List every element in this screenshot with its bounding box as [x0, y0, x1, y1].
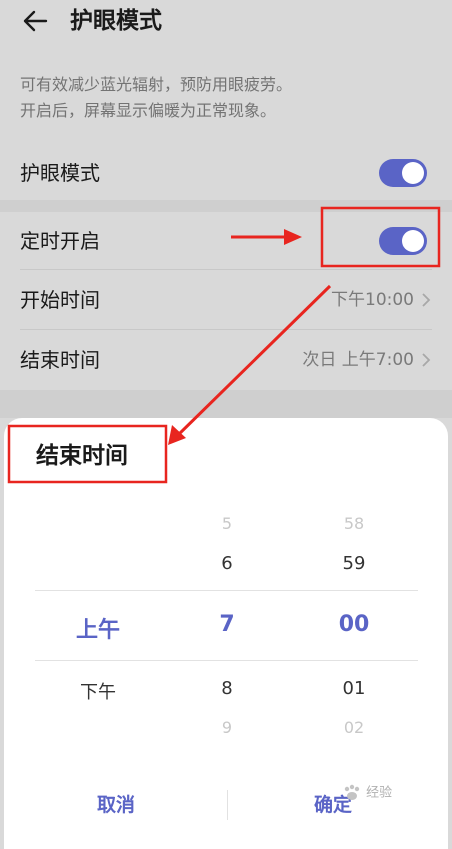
minute-option-below[interactable]: 01 — [318, 678, 390, 699]
description: 可有效减少蓝光辐射，预防用眼疲劳。 开启后，屏幕显示偏暖为正常现象。 — [20, 72, 292, 124]
page-title: 护眼模式 — [70, 8, 162, 34]
header: 护眼模式 — [0, 0, 452, 46]
end-time-row[interactable]: 结束时间 次日 上午7:00 — [0, 331, 452, 389]
chevron-right-icon — [422, 353, 431, 367]
footer-divider — [227, 790, 228, 820]
eye-care-toggle[interactable] — [379, 159, 427, 187]
description-line-2: 开启后，屏幕显示偏暖为正常现象。 — [20, 101, 277, 120]
start-time-label: 开始时间 — [20, 288, 100, 312]
toggle-knob — [402, 230, 424, 252]
minute-option-far-above[interactable]: 58 — [318, 514, 390, 533]
description-line-1: 可有效减少蓝光辐射，预防用眼疲劳。 — [20, 75, 293, 94]
hour-option-above[interactable]: 6 — [192, 553, 262, 574]
toggle-knob — [402, 162, 424, 184]
paw-icon — [344, 784, 360, 800]
ampm-selected[interactable]: 上午 — [58, 612, 138, 644]
eye-care-settings-page: 护眼模式 可有效减少蓝光辐射，预防用眼疲劳。 开启后，屏幕显示偏暖为正常现象。 … — [0, 0, 452, 849]
start-time-row[interactable]: 开始时间 下午10:00 — [0, 271, 452, 329]
watermark-text: 经验 — [366, 785, 393, 801]
start-time-value: 下午10:00 — [331, 290, 414, 310]
back-arrow-icon[interactable] — [20, 6, 50, 36]
end-time-label: 结束时间 — [20, 348, 100, 372]
hour-selected[interactable]: 7 — [192, 612, 262, 637]
minute-option-far-below[interactable]: 02 — [318, 718, 390, 737]
hour-option-far-above[interactable]: 5 — [192, 514, 262, 533]
minute-selected[interactable]: 00 — [318, 612, 390, 637]
scheduled-toggle[interactable] — [379, 227, 427, 255]
hour-option-below[interactable]: 8 — [192, 678, 262, 699]
section-gap — [0, 200, 452, 212]
end-time-value: 次日 上午7:00 — [302, 350, 414, 370]
picker-selection-bottom-line — [35, 660, 418, 661]
eye-care-row[interactable]: 护眼模式 — [0, 144, 452, 202]
scheduled-label: 定时开启 — [20, 229, 100, 253]
section-gap — [0, 390, 452, 418]
eye-care-label: 护眼模式 — [20, 161, 100, 185]
divider — [20, 329, 432, 330]
divider — [20, 269, 432, 270]
ampm-option-below[interactable]: 下午 — [58, 678, 138, 704]
chevron-right-icon — [422, 293, 431, 307]
picker-selection-top-line — [35, 590, 418, 591]
cancel-button[interactable]: 取消 — [97, 790, 135, 820]
scheduled-row[interactable]: 定时开启 — [0, 212, 452, 270]
watermark: 经验 — [342, 784, 392, 803]
dialog-title: 结束时间 — [36, 443, 128, 469]
hour-option-far-below[interactable]: 9 — [192, 718, 262, 737]
minute-option-above[interactable]: 59 — [318, 553, 390, 574]
